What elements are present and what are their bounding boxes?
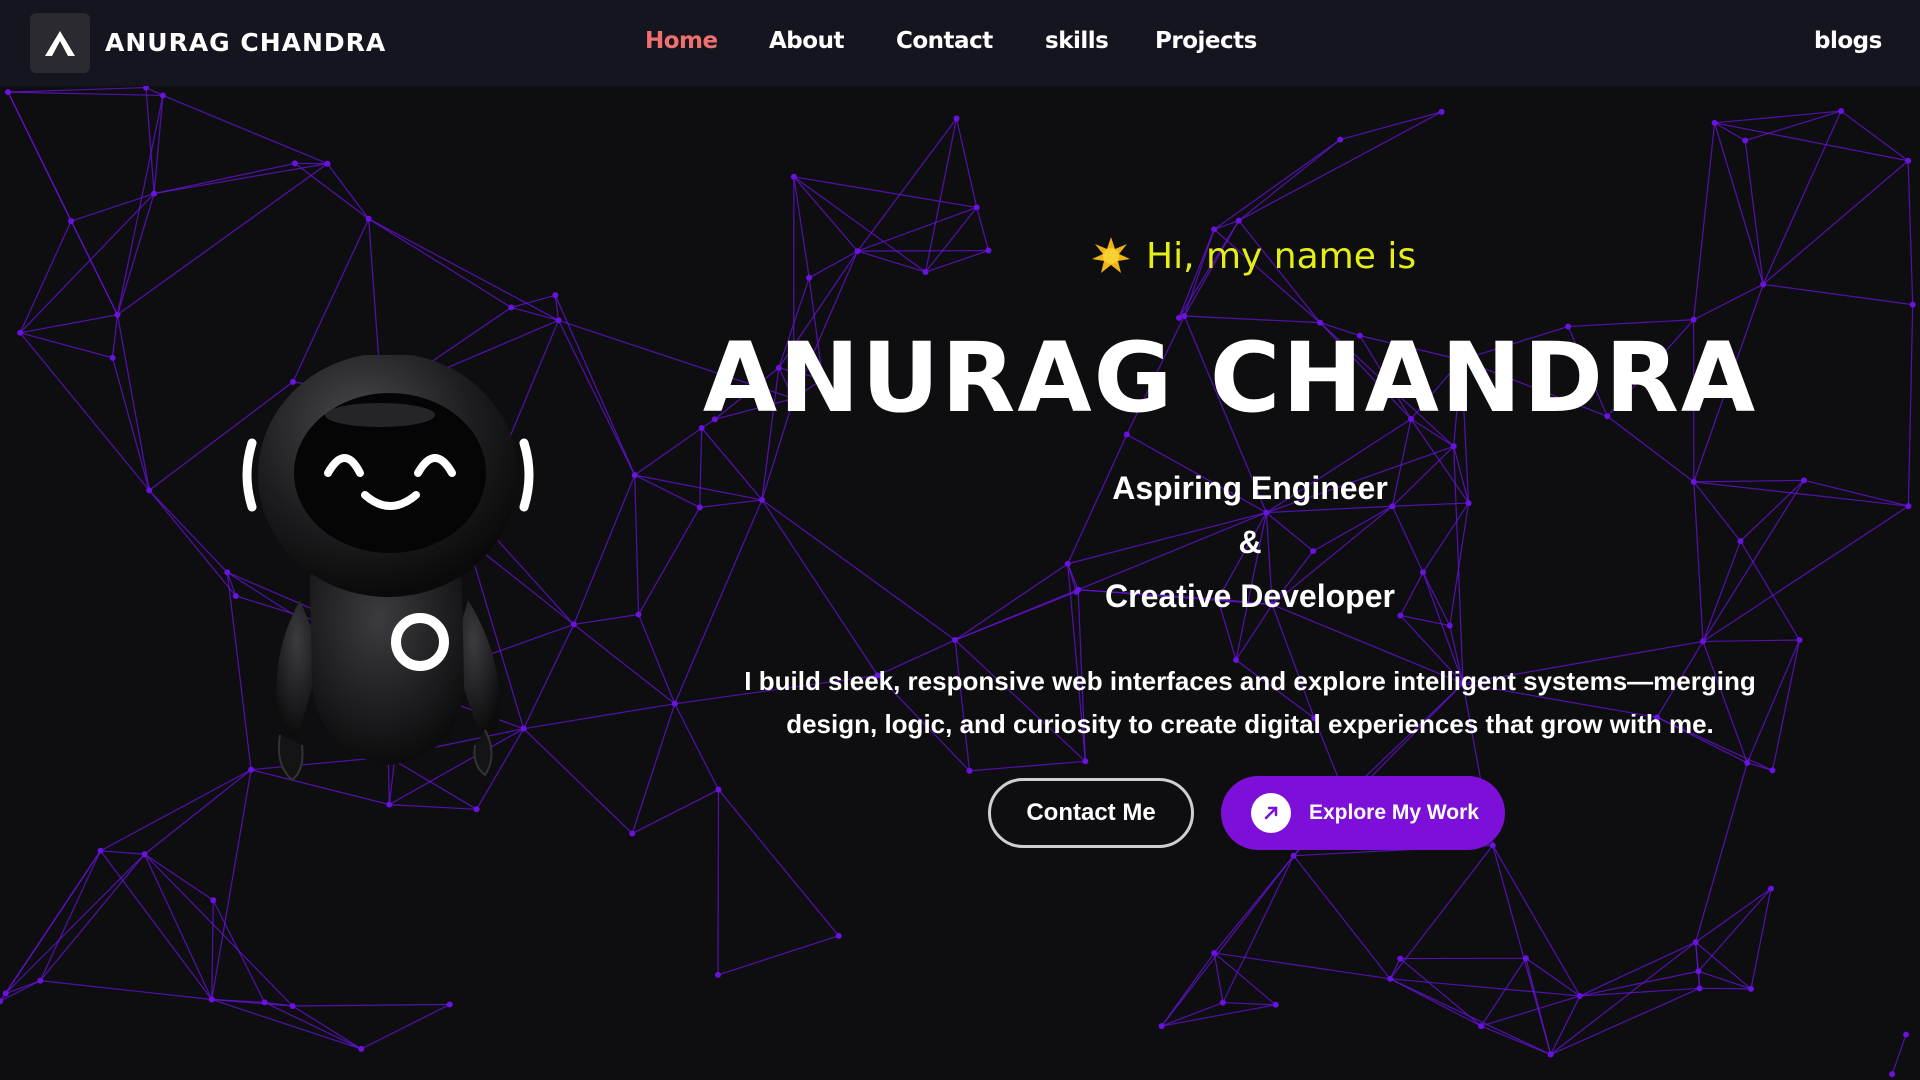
nav-projects[interactable]: Projects	[1155, 28, 1257, 54]
contact-me-label: Contact Me	[1026, 799, 1156, 826]
nav-skills[interactable]: skills	[1045, 28, 1109, 54]
role-line-2: Creative Developer	[1105, 578, 1395, 614]
logo[interactable]	[30, 13, 90, 73]
robot-mascot	[242, 355, 534, 782]
sparkle-sun-icon	[1092, 237, 1130, 273]
greeting-text: Hi, my name is	[1146, 235, 1417, 277]
nav-home[interactable]: Home	[645, 28, 718, 54]
nav-about[interactable]: About	[769, 28, 844, 54]
greeting: Hi, my name is	[1090, 235, 1416, 277]
role-ampersand: &	[1238, 524, 1262, 560]
arrow-up-right-icon	[1251, 793, 1291, 833]
contact-me-button[interactable]: Contact Me	[988, 778, 1194, 848]
nav-blogs[interactable]: blogs	[1814, 28, 1882, 54]
role-line-1: Aspiring Engineer	[1112, 470, 1388, 506]
explore-work-label: Explore My Work	[1309, 801, 1479, 824]
navbar: ANURAG CHANDRA Home About Contact skills…	[0, 0, 1920, 86]
hero-description: I build sleek, responsive web interfaces…	[744, 666, 1756, 739]
a-letter-logo-icon	[45, 31, 75, 56]
nav-contact[interactable]: Contact	[896, 28, 993, 54]
brand-name[interactable]: ANURAG CHANDRA	[105, 28, 386, 57]
hero-name: ANURAG CHANDRA	[702, 322, 1758, 434]
explore-work-button[interactable]: Explore My Work	[1221, 776, 1505, 850]
